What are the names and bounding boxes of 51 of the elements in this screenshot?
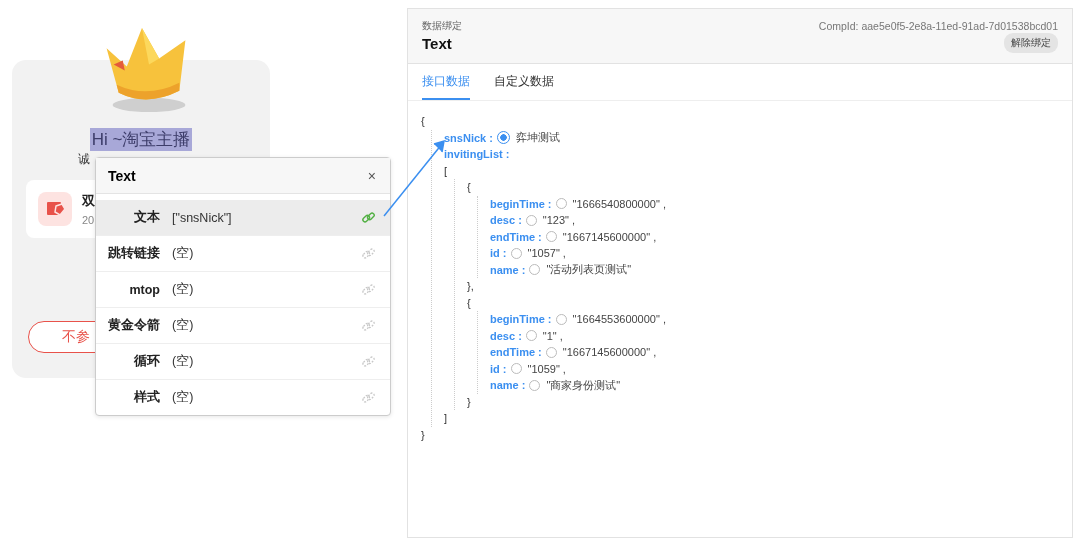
bracket: } <box>421 428 425 441</box>
json-value: "1059" , <box>527 362 566 375</box>
subtitle-text: 诚 <box>78 151 90 168</box>
bracket: { <box>467 181 471 194</box>
greeting-text: Hi ~淘宝主播 <box>89 128 193 151</box>
json-key: endTime : <box>490 346 542 359</box>
json-value: "1667145600000" , <box>562 346 657 359</box>
property-label: 跳转链接 <box>107 245 160 262</box>
property-label: 样式 <box>132 389 160 406</box>
json-key: desc : <box>490 329 522 342</box>
json-value: "1666540800000" , <box>572 197 666 210</box>
json-value: "活动列表页测试" <box>546 262 632 278</box>
property-value: (空) <box>172 353 195 370</box>
property-label: mtop <box>128 282 160 297</box>
json-key: name : <box>490 379 526 392</box>
bracket: } <box>467 395 471 408</box>
property-label: 黄金令箭 <box>107 317 160 334</box>
json-value: 弈坤测试 <box>515 130 560 146</box>
json-value: "1" , <box>542 329 563 342</box>
json-key: endTime : <box>490 230 542 243</box>
bracket: { <box>421 115 425 128</box>
property-label: 循环 <box>133 353 160 370</box>
json-value: "1664553600000" , <box>572 313 666 326</box>
json-value: "1057" , <box>527 247 566 260</box>
json-key: invitingList : <box>444 148 510 161</box>
bracket: }, <box>467 280 474 293</box>
json-key: beginTime : <box>490 313 552 326</box>
activity-date: 20 <box>82 214 95 226</box>
panel-caption: 数据绑定 <box>422 19 462 33</box>
bracket: ] <box>444 412 448 425</box>
property-value: (空) <box>172 245 195 262</box>
json-key: beginTime : <box>490 197 552 210</box>
property-value: (空) <box>172 389 195 406</box>
json-key: desc : <box>490 214 522 227</box>
json-value: "商家身份测试" <box>546 377 621 393</box>
json-key: name : <box>490 263 526 276</box>
component-id: CompId: aae5e0f5-2e8a-11ed-91ad-7d01538bcd01 <box>818 20 1058 32</box>
bracket: { <box>467 296 471 309</box>
json-key: id : <box>490 362 507 375</box>
json-key: snsNick : <box>444 131 493 144</box>
popup-title: Text <box>108 167 136 184</box>
property-label: 文本 <box>133 209 160 226</box>
property-value: (空) <box>172 281 195 298</box>
json-value: "1667145600000" , <box>562 230 657 243</box>
property-value: (空) <box>172 317 195 334</box>
property-value: ["snsNick"] <box>172 210 233 225</box>
activity-title: 双 <box>82 192 95 210</box>
panel-title: Text <box>422 34 452 52</box>
json-key: id : <box>490 247 507 260</box>
bracket: [ <box>444 164 448 177</box>
json-value: "123" , <box>542 214 576 227</box>
